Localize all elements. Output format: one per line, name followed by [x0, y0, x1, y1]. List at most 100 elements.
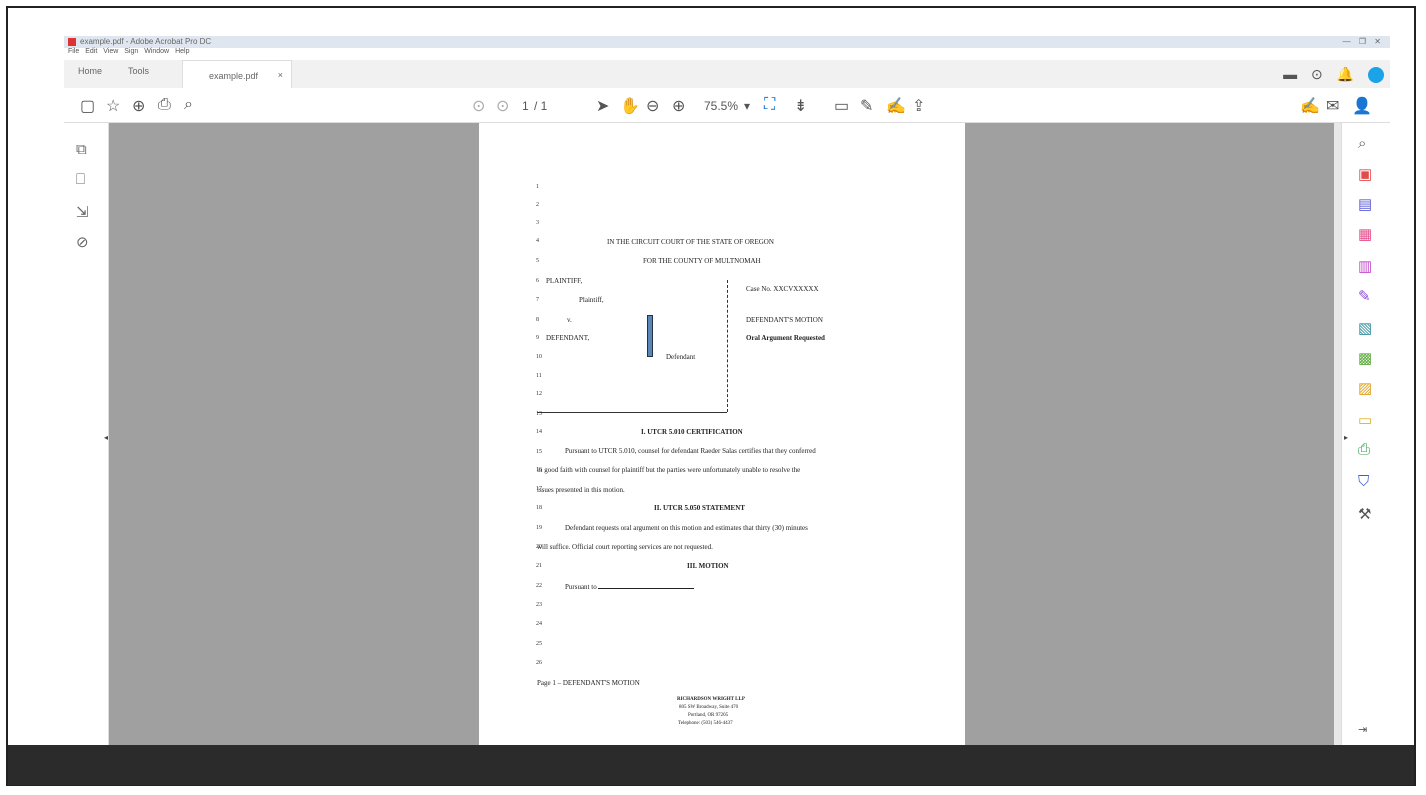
- bookmark-icon[interactable]: ⎕: [76, 171, 85, 188]
- right-pane-collapse-handle[interactable]: ▸: [1344, 433, 1348, 442]
- more-tools-icon[interactable]: ⚒: [1358, 505, 1371, 523]
- save-icon[interactable]: ▢: [80, 96, 95, 116]
- zoom-in-icon[interactable]: ⊕: [672, 96, 685, 116]
- line-number: 19: [536, 525, 542, 531]
- fill-sign-icon[interactable]: ✎: [1358, 287, 1371, 305]
- window-controls[interactable]: — ❐ ✕: [1343, 37, 1384, 46]
- create-pdf-icon[interactable]: ▥: [1358, 257, 1372, 275]
- signatures-icon[interactable]: ⇲: [76, 203, 89, 221]
- right-tools-pane: ▸ ⌕ ▣ ▤ ▦ ▥ ✎ ▧ ▩ ▨ ▭ ⎙ ⛉ ⚒ ⇥: [1341, 123, 1390, 756]
- menu-sign[interactable]: Sign: [124, 48, 138, 55]
- prev-page-icon[interactable]: ⊙: [472, 96, 485, 116]
- line-number: 21: [536, 563, 542, 569]
- highlight-pen-icon[interactable]: ✎: [860, 96, 873, 116]
- line-number: 4: [536, 238, 539, 244]
- zoom-icon[interactable]: ⌕: [1358, 135, 1366, 152]
- select-tool-icon[interactable]: ➤: [596, 96, 609, 116]
- firm-phone: Telephone: (503) 546-4437: [678, 721, 733, 726]
- line-number: 15: [536, 449, 542, 455]
- tab-tools[interactable]: Tools: [128, 66, 149, 76]
- versus-text: v.: [567, 316, 572, 324]
- print-production-icon[interactable]: ⎙: [1358, 441, 1370, 458]
- next-page-icon[interactable]: ⊙: [496, 96, 509, 116]
- section-1-line-2: in good faith with counsel for plaintiff…: [537, 466, 801, 474]
- plaintiff-name: PLAINTIFF,: [546, 277, 583, 285]
- motion-title: DEFENDANT'S MOTION: [746, 316, 823, 324]
- pages-icon[interactable]: ⧉: [76, 141, 87, 158]
- scan-icon[interactable]: ▩: [1358, 349, 1372, 367]
- caption-divider: [727, 280, 728, 412]
- pdf-page: 1 2 3 4 5 6 7 8 9 10 11 12 13 14 15 16 1…: [479, 123, 965, 756]
- line-number: 24: [536, 621, 542, 627]
- comment-icon[interactable]: ▭: [1358, 411, 1372, 429]
- window-title: example.pdf - Adobe Acrobat Pro DC: [80, 37, 212, 46]
- page-total: / 1: [534, 99, 548, 113]
- document-canvas[interactable]: 1 2 3 4 5 6 7 8 9 10 11 12 13 14 15 16 1…: [109, 123, 1342, 756]
- section-3-text: Pursuant to: [565, 583, 597, 591]
- menu-window[interactable]: Window: [144, 48, 169, 55]
- search-icon[interactable]: ⌕: [184, 96, 193, 114]
- tab-home[interactable]: Home: [78, 66, 102, 76]
- tab-bar-icons: ▬ ⊙ 🔔: [1273, 66, 1384, 84]
- line-number: 12: [536, 391, 542, 397]
- line-number: 7: [536, 297, 539, 303]
- export-pdf-icon[interactable]: ▣: [1358, 165, 1372, 183]
- notifications-icon[interactable]: 🔔: [1337, 66, 1354, 82]
- zoom-level-select[interactable]: 75.5%: [704, 99, 738, 113]
- email-icon[interactable]: ✉: [1326, 96, 1339, 116]
- line-number: 11: [536, 373, 542, 379]
- acrobat-logo-icon: [68, 38, 76, 46]
- left-pane-collapse-handle[interactable]: ◂: [104, 433, 108, 442]
- menu-help[interactable]: Help: [175, 48, 189, 55]
- menu-bar: File Edit View Sign Window Help: [64, 48, 1390, 60]
- line-number: 1: [536, 184, 539, 190]
- court-heading: IN THE CIRCUIT COURT OF THE STATE OF ORE…: [607, 238, 774, 246]
- help-icon[interactable]: ⊙: [1311, 66, 1323, 82]
- line-number: 10: [536, 354, 542, 360]
- comment-tool-icon[interactable]: ▭: [834, 96, 849, 116]
- edit-pdf-icon[interactable]: ▤: [1358, 195, 1372, 213]
- fit-page-icon[interactable]: ⛶: [764, 96, 775, 114]
- hand-tool-icon[interactable]: ✋: [620, 96, 640, 116]
- avatar[interactable]: [1368, 67, 1384, 84]
- form-field-marker[interactable]: [647, 315, 653, 357]
- star-icon[interactable]: ☆: [106, 96, 120, 116]
- line-number: 14: [536, 429, 542, 435]
- upload-icon[interactable]: ⊕: [132, 96, 145, 116]
- sign-icon[interactable]: ✍: [886, 96, 906, 116]
- zoom-out-icon[interactable]: ⊖: [646, 96, 659, 116]
- page-number-input[interactable]: 1: [522, 99, 529, 113]
- line-number: 9: [536, 335, 539, 341]
- share-icon[interactable]: ⇪: [912, 96, 925, 116]
- organize-pages-icon[interactable]: ▦: [1358, 225, 1372, 243]
- section-2-line-1: Defendant requests oral argument on this…: [565, 524, 808, 532]
- oral-argument-note: Oral Argument Requested: [746, 334, 825, 342]
- left-navigation-pane: ⧉ ⎕ ⇲ ⊘ ◂: [64, 123, 109, 756]
- tab-bar: Home Tools example.pdf × ▬ ⊙ 🔔: [64, 60, 1390, 89]
- line-number: 25: [536, 641, 542, 647]
- case-number: Case No. XXCVXXXXX: [746, 285, 819, 293]
- fill-sign-toolbar-icon[interactable]: ✍: [1300, 96, 1320, 116]
- menu-file[interactable]: File: [68, 48, 79, 55]
- section-1-line-3: issues presented in this motion.: [537, 486, 625, 494]
- attachment-icon[interactable]: ⊘: [76, 233, 89, 251]
- defendant-role: Defendant: [666, 353, 696, 361]
- line-number: 3: [536, 220, 539, 226]
- section-3-heading: III. MOTION: [687, 562, 729, 570]
- print-icon[interactable]: ⎙: [158, 96, 171, 114]
- send-icon[interactable]: ▨: [1358, 379, 1372, 397]
- share-user-icon[interactable]: 👤: [1352, 96, 1372, 116]
- zoom-dropdown-icon[interactable]: ▾: [744, 99, 750, 113]
- tab-document-label: example.pdf: [209, 71, 259, 81]
- combine-files-icon[interactable]: ▧: [1358, 319, 1372, 337]
- menu-view[interactable]: View: [103, 48, 118, 55]
- scroll-mode-icon[interactable]: ⇟: [794, 96, 807, 116]
- tab-document[interactable]: example.pdf ×: [182, 60, 292, 88]
- comments-icon[interactable]: ▬: [1283, 66, 1297, 82]
- collapse-pane-icon[interactable]: ⇥: [1358, 723, 1367, 736]
- defendant-name: DEFENDANT,: [546, 334, 590, 342]
- protect-icon[interactable]: ⛉: [1358, 473, 1369, 490]
- county-heading: FOR THE COUNTY OF MULTNOMAH: [643, 257, 761, 265]
- menu-edit[interactable]: Edit: [85, 48, 97, 55]
- close-tab-icon[interactable]: ×: [278, 70, 283, 80]
